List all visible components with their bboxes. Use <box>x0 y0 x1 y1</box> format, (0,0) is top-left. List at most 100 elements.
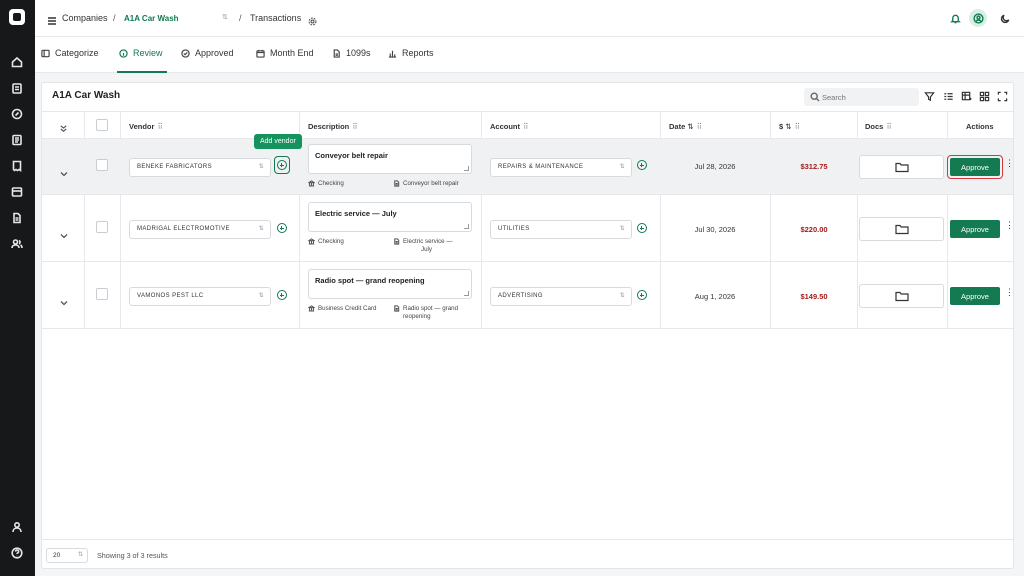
fullscreen-icon[interactable] <box>996 90 1008 102</box>
column-header-vendor[interactable]: Vendor ⠿ <box>129 122 163 131</box>
account-select[interactable]: REPAIRS & MAINTENANCE ⇅ <box>490 158 632 177</box>
drag-handle-icon[interactable]: ⠿ <box>697 122 702 131</box>
column-header-amount[interactable]: $ ⇅ ⠿ <box>779 122 800 131</box>
resize-handle-icon[interactable] <box>464 166 469 171</box>
tab-approved[interactable]: Approved <box>181 48 234 58</box>
home-icon[interactable] <box>10 55 24 69</box>
resize-handle-icon[interactable] <box>464 291 469 296</box>
clipboard-icon[interactable] <box>10 81 24 95</box>
tab-review[interactable]: Review <box>119 48 163 58</box>
expand-row-icon[interactable] <box>60 226 70 239</box>
row-checkbox[interactable] <box>96 221 108 233</box>
tab-month-end[interactable]: Month End <box>256 48 314 58</box>
user-avatar-icon[interactable] <box>969 9 987 27</box>
docs-folder-button[interactable] <box>859 284 944 308</box>
account-select[interactable]: ADVERTISING ⇅ <box>490 287 632 306</box>
drag-handle-icon[interactable]: ⠿ <box>795 122 800 131</box>
drag-handle-icon[interactable]: ⠿ <box>157 122 162 131</box>
add-account-icon[interactable] <box>637 290 647 300</box>
company-selector[interactable]: A1A Car Wash <box>124 14 179 23</box>
tab-label: Month End <box>270 48 314 58</box>
company-selector-arrow-icon[interactable]: ⇅ <box>222 13 228 21</box>
dark-mode-icon[interactable] <box>997 9 1013 27</box>
column-header-description[interactable]: Description ⠿ <box>308 122 358 131</box>
tab-categorize[interactable]: Categorize <box>41 48 99 58</box>
column-list-icon[interactable] <box>942 90 954 102</box>
description-textarea[interactable]: Conveyor belt repair <box>308 144 472 174</box>
vendor-select[interactable]: MADRIGAL ELECTROMOTIVE ⇅ <box>129 220 271 239</box>
row-checkbox[interactable] <box>96 288 108 300</box>
ledger-icon[interactable] <box>10 133 24 147</box>
help-icon[interactable] <box>10 546 24 560</box>
search-box[interactable] <box>804 88 919 106</box>
payment-account: Checking <box>308 238 344 245</box>
amount-cell: $220.00 <box>800 225 828 234</box>
profile-icon[interactable] <box>10 520 24 534</box>
sort-icon[interactable]: ⇅ <box>785 122 791 131</box>
column-header-date[interactable]: Date ⇅ ⠿ <box>669 122 702 131</box>
gear-icon[interactable] <box>308 13 317 26</box>
docs-folder-button[interactable] <box>859 155 944 179</box>
more-options-icon[interactable]: ⋮ <box>1005 159 1014 172</box>
add-account-icon[interactable] <box>637 160 647 170</box>
column-header-account[interactable]: Account ⠿ <box>490 122 528 131</box>
expand-row-icon[interactable] <box>60 164 70 177</box>
header-label: Description <box>308 122 350 131</box>
bell-icon[interactable] <box>947 9 963 27</box>
drag-handle-icon[interactable]: ⠿ <box>523 122 528 131</box>
tab-1099s[interactable]: 1099s <box>332 48 371 58</box>
add-account-icon[interactable] <box>637 223 647 233</box>
breadcrumb-transactions: Transactions <box>250 13 302 23</box>
table-settings-icon[interactable] <box>960 90 972 102</box>
filter-icon[interactable] <box>923 90 935 102</box>
column-header-docs[interactable]: Docs ⠿ <box>865 122 892 131</box>
tab-reports[interactable]: Reports <box>388 48 434 58</box>
categorize-icon <box>41 49 50 57</box>
receipt-icon[interactable] <box>10 159 24 173</box>
account-value: ADVERTISING <box>498 293 543 299</box>
more-options-icon[interactable]: ⋮ <box>1005 221 1014 234</box>
users-icon[interactable] <box>10 237 24 251</box>
grid-view-icon[interactable] <box>978 90 990 102</box>
drag-handle-icon[interactable]: ⠿ <box>352 122 357 131</box>
drag-handle-icon[interactable]: ⠿ <box>886 122 891 131</box>
account-select[interactable]: UTILITIES ⇅ <box>490 220 632 239</box>
table-row[interactable]: MADRIGAL ELECTROMOTIVE ⇅ Electric service… <box>42 195 1014 262</box>
breadcrumb-separator: / <box>239 13 242 23</box>
header-label: Vendor <box>129 122 155 131</box>
page-size-select[interactable]: 20 ⇅ <box>46 548 88 563</box>
expand-all-icon[interactable] <box>59 120 69 132</box>
resize-handle-icon[interactable] <box>464 224 469 229</box>
sort-icon[interactable]: ⇅ <box>687 122 693 131</box>
approve-button[interactable]: Approve <box>950 158 1000 176</box>
description-textarea[interactable]: Radio spot — grand reopening <box>308 269 472 299</box>
approve-button[interactable]: Approve <box>950 220 1000 238</box>
book-icon[interactable] <box>10 185 24 199</box>
document-icon[interactable] <box>10 211 24 225</box>
bar-chart-icon <box>388 50 397 58</box>
active-tab-indicator <box>117 71 167 73</box>
hamburger-menu-icon[interactable] <box>47 13 57 25</box>
app-logo[interactable] <box>9 9 25 25</box>
docs-folder-button[interactable] <box>859 217 944 241</box>
breadcrumb-companies[interactable]: Companies <box>62 13 108 23</box>
more-options-icon[interactable]: ⋮ <box>1005 288 1014 301</box>
table-row[interactable]: BENEKE FABRICATORS ⇅ Conveyor belt repair… <box>42 139 1014 195</box>
add-vendor-icon[interactable] <box>277 290 287 300</box>
add-vendor-icon[interactable] <box>277 160 287 170</box>
expand-row-icon[interactable] <box>60 293 70 306</box>
select-all-checkbox[interactable] <box>96 119 108 131</box>
folder-icon <box>894 162 909 173</box>
search-input[interactable] <box>822 90 912 104</box>
vendor-select[interactable]: VAMONOS PEST LLC ⇅ <box>129 287 271 306</box>
vendor-select[interactable]: BENEKE FABRICATORS ⇅ <box>129 158 271 177</box>
table-row[interactable]: VAMONOS PEST LLC ⇅ Radio spot — grand reo… <box>42 262 1014 329</box>
row-checkbox[interactable] <box>96 159 108 171</box>
select-arrow-icon: ⇅ <box>619 226 625 232</box>
tab-label: 1099s <box>346 48 371 58</box>
select-arrow-icon: ⇅ <box>619 164 625 170</box>
description-textarea[interactable]: Electric service — July <box>308 202 472 232</box>
compass-icon[interactable] <box>10 107 24 121</box>
approve-button[interactable]: Approve <box>950 287 1000 305</box>
add-vendor-icon[interactable] <box>277 223 287 233</box>
